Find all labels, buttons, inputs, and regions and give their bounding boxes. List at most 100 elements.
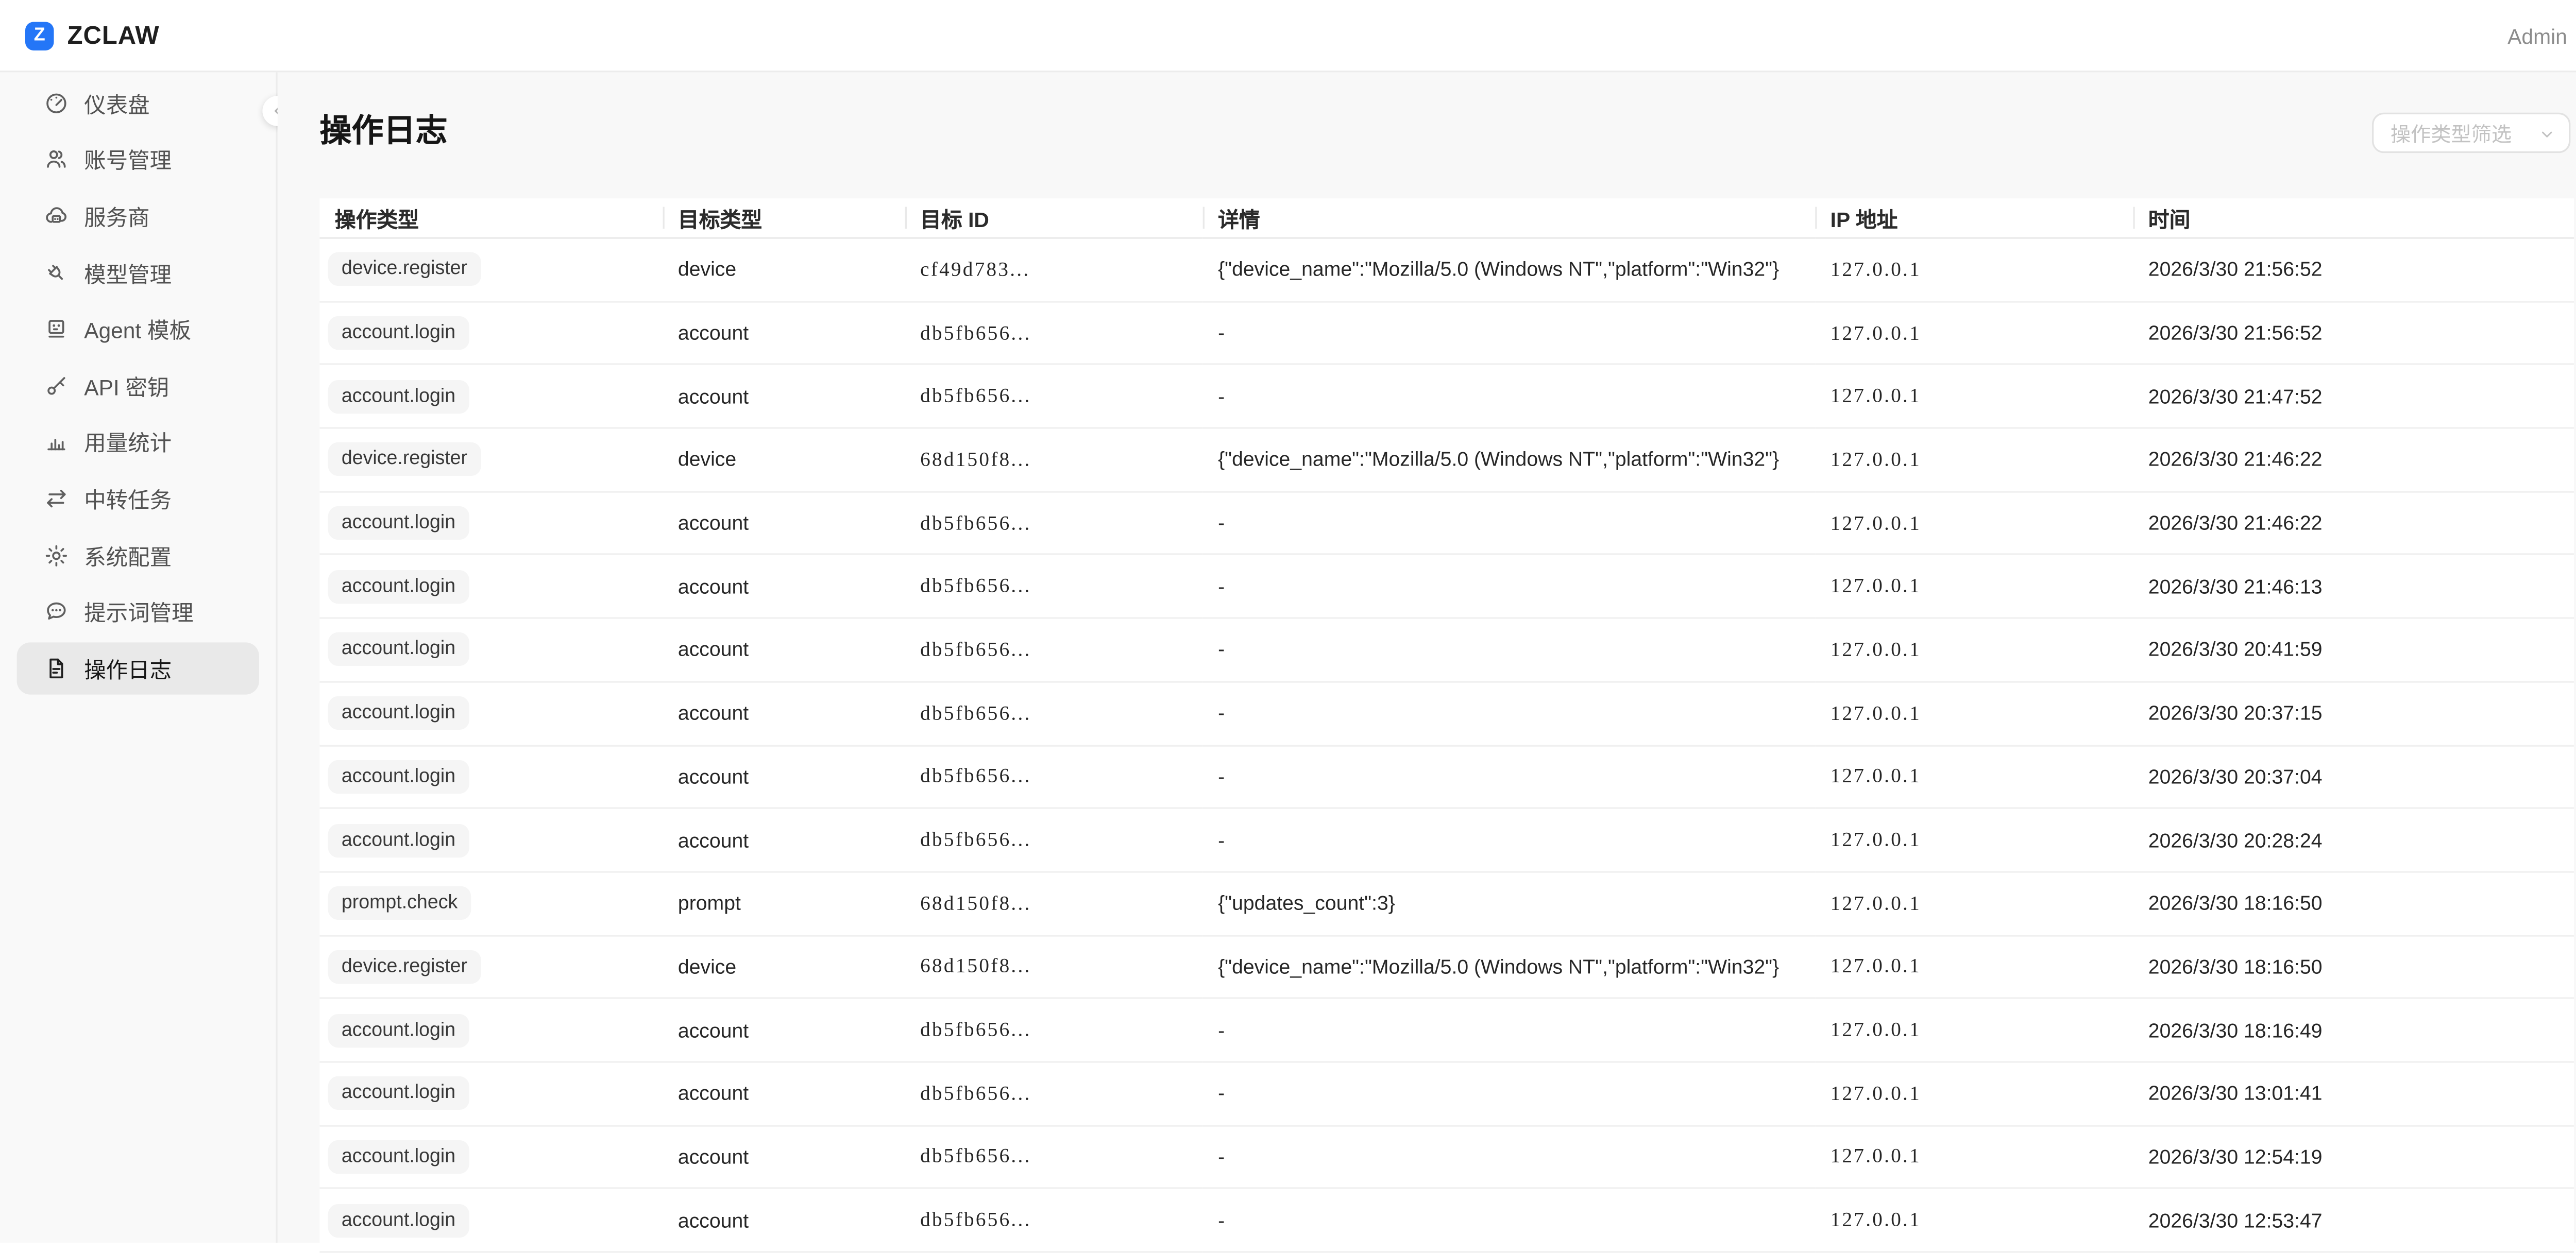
dashboard-gauge-icon <box>44 91 69 116</box>
sidebar-nav: 仪表盘 账号管理 服务商 模型管理 Agent 模板 API 密钥 用量统计 <box>0 72 278 1243</box>
target-id-cell: db5fb656... <box>905 618 1203 681</box>
ip-cell: 127.0.0.1 <box>1815 681 2133 745</box>
details-cell: {"device_name":"Mozilla/5.0 (Windows NT"… <box>1203 238 1816 301</box>
gear-icon <box>44 542 69 568</box>
details-cell: {"updates_count":3} <box>1203 872 1816 935</box>
table-row: account.login account db5fb656... - 127.… <box>319 809 2574 872</box>
target-type-cell: account <box>663 491 905 555</box>
op-type-tag: account.login <box>328 696 469 730</box>
op-type-tag: device.register <box>328 443 481 476</box>
user-menu[interactable]: Admin <box>2507 0 2567 72</box>
sidebar-item-prompt-management[interactable]: 提示词管理 <box>17 586 259 637</box>
table-row: device.register device 68d150f8... {"dev… <box>319 935 2574 999</box>
column-header-details: 详情 <box>1203 198 1816 238</box>
table-row: account.login account db5fb656... - 127.… <box>319 1062 2574 1125</box>
time-cell: 2026/3/30 21:56:52 <box>2133 238 2574 301</box>
details-cell: - <box>1203 365 1816 428</box>
target-id-cell: db5fb656... <box>905 745 1203 809</box>
time-cell: 2026/3/30 21:46:22 <box>2133 491 2574 555</box>
details-cell: - <box>1203 999 1816 1062</box>
ip-cell: 127.0.0.1 <box>1815 238 2133 301</box>
sidebar-item-label: 账号管理 <box>84 144 172 176</box>
details-cell: - <box>1203 681 1816 745</box>
chat-bubble-icon <box>44 599 69 624</box>
time-cell: 2026/3/30 18:16:50 <box>2133 935 2574 999</box>
target-id-cell: db5fb656... <box>905 365 1203 428</box>
target-type-cell: account <box>663 365 905 428</box>
ip-cell: 127.0.0.1 <box>1815 428 2133 491</box>
sidebar-item-usage-stats[interactable]: 用量统计 <box>17 416 259 468</box>
sidebar-item-operation-log[interactable]: 操作日志 <box>17 642 259 694</box>
filter-placeholder: 操作类型筛选 <box>2374 118 2512 147</box>
time-cell: 2026/3/30 20:41:59 <box>2133 618 2574 681</box>
target-id-cell: db5fb656... <box>905 301 1203 365</box>
swap-arrows-icon <box>44 486 69 511</box>
op-type-tag: account.login <box>328 380 469 413</box>
sidebar-item-api-keys[interactable]: API 密钥 <box>17 360 259 411</box>
target-type-cell: device <box>663 935 905 999</box>
target-id-cell: 68d150f8... <box>905 872 1203 935</box>
target-type-cell: account <box>663 809 905 872</box>
target-id-cell: db5fb656... <box>905 1062 1203 1125</box>
column-header-ip: IP 地址 <box>1815 198 2133 238</box>
table-row: account.login account db5fb656... - 127.… <box>319 555 2574 618</box>
sidebar-item-label: 用量统计 <box>84 426 172 458</box>
table-row: account.login account db5fb656... - 127.… <box>319 681 2574 745</box>
target-type-cell: account <box>663 1125 905 1189</box>
details-cell: - <box>1203 745 1816 809</box>
sidebar-item-agent-templates[interactable]: Agent 模板 <box>17 303 259 355</box>
sidebar-item-label: 模型管理 <box>84 256 172 288</box>
brand-title: ZCLAW <box>67 21 160 50</box>
sidebar-item-models[interactable]: 模型管理 <box>17 247 259 298</box>
sidebar-item-dashboard[interactable]: 仪表盘 <box>17 77 259 129</box>
column-header-op-type: 操作类型 <box>319 198 663 238</box>
operation-type-filter-select[interactable]: 操作类型筛选 <box>2372 113 2570 153</box>
ip-cell: 127.0.0.1 <box>1815 555 2133 618</box>
op-type-tag: prompt.check <box>328 887 471 920</box>
ip-cell: 127.0.0.1 <box>1815 872 2133 935</box>
op-type-tag: account.login <box>328 1140 469 1174</box>
op-type-tag: account.login <box>328 316 469 350</box>
target-type-cell: account <box>663 301 905 365</box>
target-type-cell: account <box>663 999 905 1062</box>
op-type-tag: account.login <box>328 1204 469 1237</box>
sidebar-item-label: 中转任务 <box>84 483 172 514</box>
target-id-cell: cf49d783... <box>905 238 1203 301</box>
column-header-target-id: 目标 ID <box>905 198 1203 238</box>
details-cell: - <box>1203 555 1816 618</box>
table-row: device.register device cf49d783... {"dev… <box>319 238 2574 301</box>
time-cell: 2026/3/30 18:16:49 <box>2133 999 2574 1062</box>
ip-cell: 127.0.0.1 <box>1815 935 2133 999</box>
plug-icon <box>44 260 69 285</box>
time-cell: 2026/3/30 21:47:52 <box>2133 365 2574 428</box>
target-id-cell: db5fb656... <box>905 555 1203 618</box>
table-header-row: 操作类型 目标类型 目标 ID 详情 IP 地址 时间 <box>319 198 2574 238</box>
ip-cell: 127.0.0.1 <box>1815 365 2133 428</box>
ip-cell: 127.0.0.1 <box>1815 809 2133 872</box>
target-id-cell: db5fb656... <box>905 809 1203 872</box>
target-id-cell: 68d150f8... <box>905 428 1203 491</box>
target-id-cell: db5fb656... <box>905 491 1203 555</box>
target-type-cell: account <box>663 618 905 681</box>
chevron-down-icon <box>2538 126 2555 143</box>
operation-log-table: 操作类型 目标类型 目标 ID 详情 IP 地址 时间 device.regis… <box>319 198 2574 1252</box>
document-icon <box>44 656 69 681</box>
details-cell: - <box>1203 491 1816 555</box>
ip-cell: 127.0.0.1 <box>1815 301 2133 365</box>
target-id-cell: 68d150f8... <box>905 935 1203 999</box>
op-type-tag: account.login <box>328 506 469 540</box>
sidebar-item-system-config[interactable]: 系统配置 <box>17 529 259 581</box>
table-row: account.login account db5fb656... - 127.… <box>319 999 2574 1062</box>
time-cell: 2026/3/30 13:01:41 <box>2133 1062 2574 1125</box>
cloud-provider-icon <box>44 203 69 229</box>
ip-cell: 127.0.0.1 <box>1815 491 2133 555</box>
time-cell: 2026/3/30 21:46:13 <box>2133 555 2574 618</box>
sidebar-item-providers[interactable]: 服务商 <box>17 191 259 242</box>
target-type-cell: account <box>663 555 905 618</box>
details-cell: - <box>1203 618 1816 681</box>
details-cell: - <box>1203 1062 1816 1125</box>
details-cell: - <box>1203 1125 1816 1189</box>
sidebar-item-relay-tasks[interactable]: 中转任务 <box>17 473 259 524</box>
table-row: account.login account db5fb656... - 127.… <box>319 301 2574 365</box>
sidebar-item-accounts[interactable]: 账号管理 <box>17 134 259 185</box>
